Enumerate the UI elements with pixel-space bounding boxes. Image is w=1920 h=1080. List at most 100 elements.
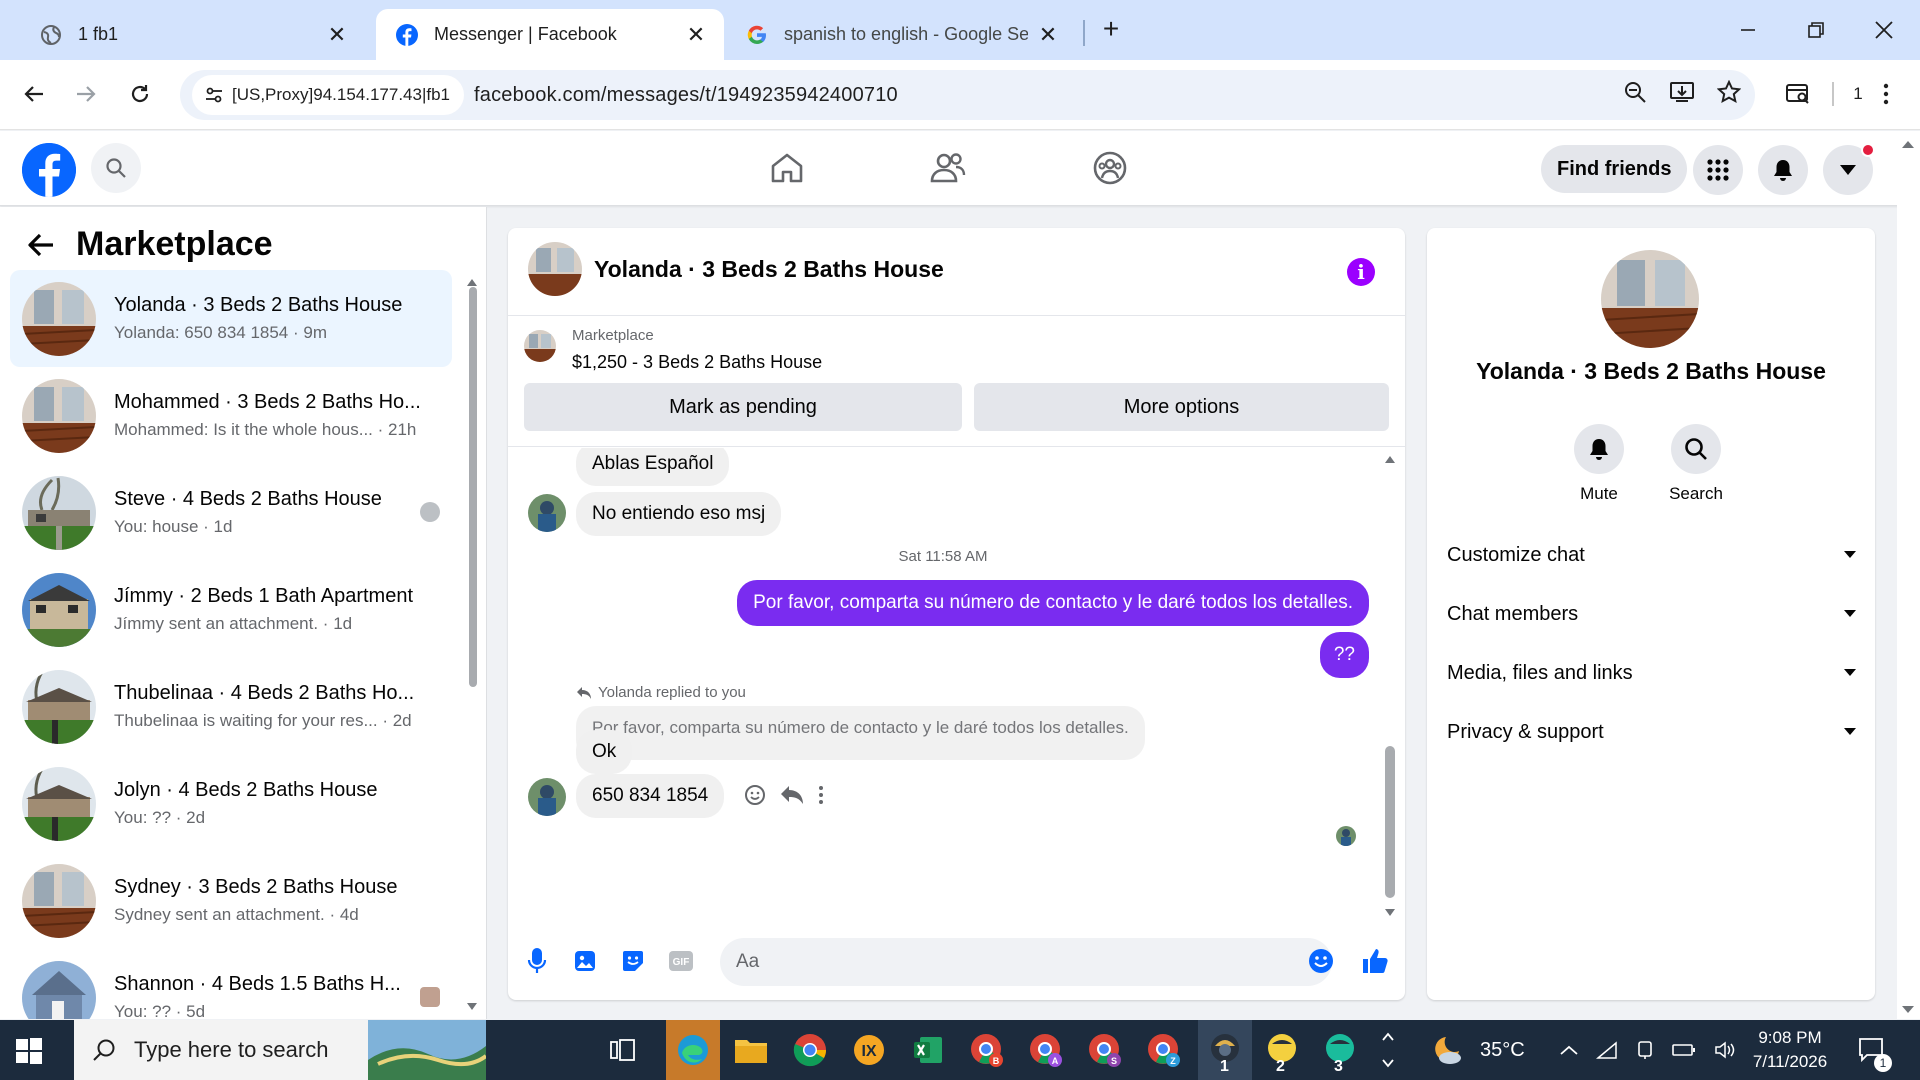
outgoing-message[interactable]: Por favor, comparta su número de contact…: [737, 580, 1369, 626]
listing-thumbnail[interactable]: [524, 330, 556, 362]
reload-icon[interactable]: [120, 74, 160, 114]
incoming-message[interactable]: 650 834 1854: [576, 774, 725, 818]
emoji-icon[interactable]: [1306, 946, 1336, 976]
network-icon[interactable]: [1596, 1041, 1618, 1059]
tab-messenger[interactable]: Messenger | Facebook ✕: [376, 9, 724, 60]
mark-as-pending-button[interactable]: Mark as pending: [524, 383, 962, 431]
thread-scroll-down-icon[interactable]: [1384, 908, 1396, 918]
excel-icon[interactable]: [908, 1030, 948, 1070]
zoom-icon[interactable]: [1623, 80, 1647, 104]
chrome-profile-s-icon[interactable]: S: [1085, 1030, 1125, 1070]
conversation-item[interactable]: Thubelinaa · 4 Beds 2 Baths Ho... Thubel…: [10, 658, 452, 755]
browser-instance-1-icon[interactable]: 1: [1198, 1020, 1252, 1080]
listing-price[interactable]: $1,250 - 3 Beds 2 Baths House: [572, 352, 822, 373]
close-tab-icon[interactable]: ✕: [325, 22, 349, 47]
find-friends-button[interactable]: Find friends: [1541, 145, 1688, 193]
taskbar-overflow-arrows[interactable]: [1378, 1030, 1398, 1070]
sticker-icon[interactable]: [618, 946, 648, 976]
conversation-item[interactable]: Jolyn · 4 Beds 2 Baths House You: ?? · 2…: [10, 755, 452, 852]
battery-icon[interactable]: [1672, 1043, 1696, 1057]
tab-fb1[interactable]: 1 fb1 ✕: [20, 9, 365, 60]
media-files-links-section[interactable]: Media, files and links: [1447, 653, 1857, 693]
reply-icon[interactable]: [780, 785, 804, 805]
conversation-item[interactable]: Yolanda · 3 Beds 2 Baths House Yolanda: …: [10, 270, 452, 367]
search-in-conversation-button[interactable]: Search: [1656, 424, 1736, 504]
facebook-logo-icon[interactable]: [22, 143, 76, 197]
list-scrollbar-thumb[interactable]: [469, 287, 477, 687]
chat-avatar[interactable]: [528, 242, 582, 296]
account-menu-button[interactable]: [1823, 143, 1875, 195]
chrome-icon[interactable]: [790, 1030, 830, 1070]
notification-center-icon[interactable]: 1: [1858, 1020, 1892, 1080]
new-tab-button[interactable]: +: [1096, 13, 1126, 44]
url-text[interactable]: facebook.com/messages/t/1949235942400710: [474, 84, 898, 107]
task-view-icon[interactable]: [603, 1030, 643, 1070]
mute-button[interactable]: Mute: [1559, 424, 1639, 504]
meet-now-icon[interactable]: [1636, 1040, 1654, 1060]
windows-start-icon[interactable]: [16, 1038, 42, 1064]
clock[interactable]: 9:08 PM 7/11/2026: [1730, 1026, 1850, 1074]
chat-members-section[interactable]: Chat members: [1447, 594, 1857, 634]
tab-search-icon[interactable]: [1780, 74, 1816, 114]
react-emoji-icon[interactable]: [744, 784, 766, 806]
conversation-item[interactable]: Sydney · 3 Beds 2 Baths House Sydney sen…: [10, 852, 452, 949]
chrome-profile-a-icon[interactable]: A: [1026, 1030, 1066, 1070]
menu-kebab-icon[interactable]: [1874, 74, 1898, 114]
more-options-button[interactable]: More options: [974, 383, 1389, 431]
marketplace-inbox: Marketplace Yolanda · 3 Beds 2 Baths Hou…: [0, 207, 487, 1019]
thread-scrollbar-thumb[interactable]: [1385, 746, 1395, 898]
show-hidden-icons-icon[interactable]: [1560, 1045, 1578, 1055]
browser-instance-3-icon[interactable]: 3: [1320, 1030, 1360, 1075]
facebook-search-icon[interactable]: [91, 143, 141, 193]
minimize-icon[interactable]: [1728, 12, 1768, 48]
ixbrowser-icon[interactable]: IX: [849, 1030, 889, 1070]
back-arrow-icon[interactable]: [24, 228, 58, 262]
forward-icon[interactable]: [66, 74, 106, 114]
edge-icon[interactable]: [666, 1020, 720, 1080]
friends-icon[interactable]: [918, 143, 978, 193]
close-tab-icon[interactable]: ✕: [1036, 22, 1060, 47]
conversation-item[interactable]: Mohammed · 3 Beds 2 Baths Ho... Mohammed…: [10, 367, 452, 464]
weather-widget[interactable]: 35°C: [1430, 1020, 1525, 1080]
bookmark-star-icon[interactable]: [1717, 80, 1741, 104]
outgoing-message[interactable]: ??: [1319, 632, 1369, 678]
chrome-profile-b-icon[interactable]: B: [967, 1030, 1007, 1070]
site-info-chip[interactable]: [US,Proxy]94.154.177.43|fb1: [192, 75, 465, 115]
thread-scroll-up-icon[interactable]: [1384, 454, 1396, 464]
browser-instance-2-icon[interactable]: 2: [1262, 1030, 1302, 1075]
incoming-message[interactable]: Ablas Español: [576, 448, 730, 486]
incoming-message[interactable]: No entiendo eso msj: [576, 492, 782, 536]
quoted-message[interactable]: Por favor, comparta su número de contact…: [576, 706, 1145, 760]
thumbs-up-icon[interactable]: [1360, 946, 1390, 976]
chat-title[interactable]: Yolanda · 3 Beds 2 Baths House: [594, 256, 944, 283]
incoming-message[interactable]: Ok: [576, 730, 633, 774]
customize-chat-section[interactable]: Customize chat: [1447, 535, 1857, 575]
conversation-item[interactable]: Shannon · 4 Beds 1.5 Baths H... You: ?? …: [10, 949, 452, 1019]
menu-grid-icon[interactable]: [1693, 145, 1743, 195]
privacy-support-section[interactable]: Privacy & support: [1447, 712, 1857, 752]
address-bar[interactable]: [US,Proxy]94.154.177.43|fb1 facebook.com…: [180, 70, 1755, 120]
profile-avatar[interactable]: [1601, 250, 1699, 348]
tab-google-search[interactable]: spanish to english - Google Sear ✕: [726, 9, 1076, 60]
home-icon[interactable]: [757, 143, 817, 193]
microphone-icon[interactable]: [522, 946, 552, 976]
conversation-item[interactable]: Steve · 4 Beds 2 Baths House You: house …: [10, 464, 452, 561]
extension-count[interactable]: 1: [1846, 74, 1870, 114]
close-tab-icon[interactable]: ✕: [684, 22, 708, 47]
install-app-icon[interactable]: [1669, 80, 1695, 104]
more-actions-icon[interactable]: [818, 785, 824, 805]
gif-icon[interactable]: GIF: [666, 946, 696, 976]
conversation-item[interactable]: Jímmy · 2 Beds 1 Bath Apartment Jímmy se…: [10, 561, 452, 658]
back-icon[interactable]: [14, 74, 54, 114]
notifications-bell-icon[interactable]: [1758, 145, 1808, 195]
conversation-info-icon[interactable]: i: [1347, 258, 1375, 286]
taskbar-search-box[interactable]: Type here to search: [74, 1020, 486, 1080]
page-scrollbar[interactable]: [1897, 131, 1920, 1019]
chrome-profile-z-icon[interactable]: Z: [1144, 1030, 1184, 1070]
groups-icon[interactable]: [1080, 143, 1140, 193]
close-window-icon[interactable]: [1864, 12, 1904, 48]
photo-icon[interactable]: [570, 946, 600, 976]
restore-icon[interactable]: [1796, 12, 1836, 48]
message-input[interactable]: Aa: [720, 938, 1332, 986]
file-explorer-icon[interactable]: [731, 1030, 771, 1070]
